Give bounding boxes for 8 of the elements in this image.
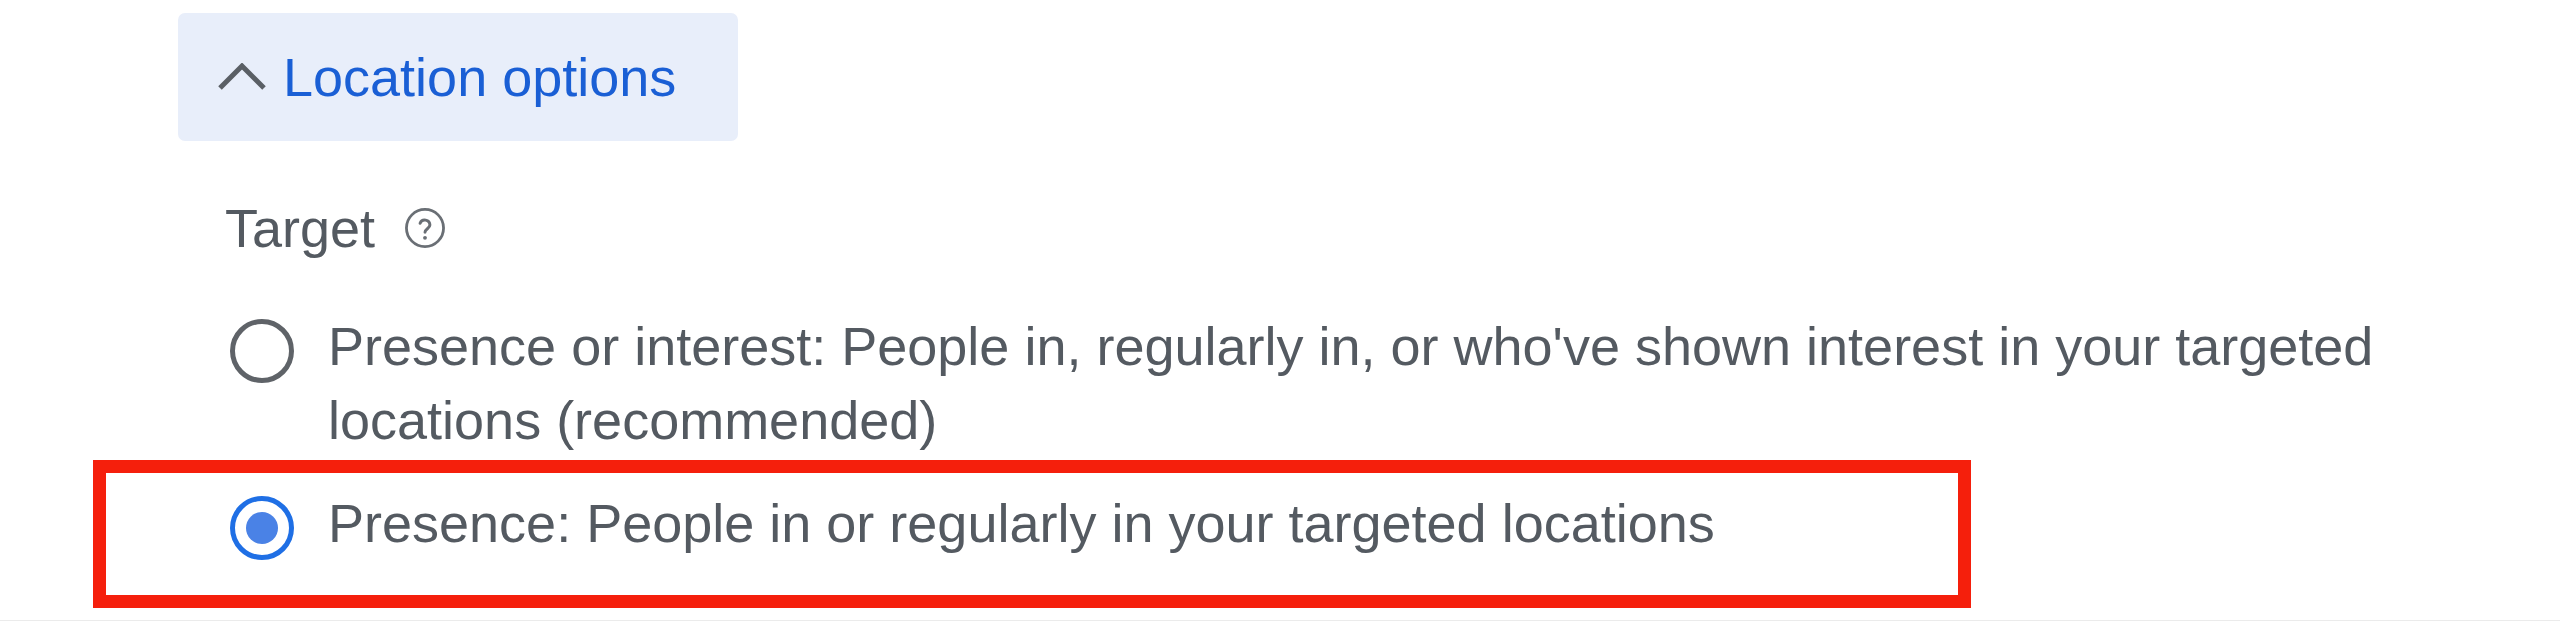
option-label: Presence: People in or regularly in your targeted locations: [328, 492, 1715, 555]
radio-button[interactable]: [230, 496, 294, 560]
location-options-button[interactable]: Location options: [178, 13, 738, 141]
radio-button[interactable]: [230, 319, 294, 383]
target-label: Target: [225, 197, 376, 260]
option-label: Presence or interest: People in, regularly in, or who've shown interest in your targeted locations (recommended): [328, 315, 2375, 452]
chevron-icon: [217, 63, 267, 91]
help-icon[interactable]: [404, 207, 447, 249]
